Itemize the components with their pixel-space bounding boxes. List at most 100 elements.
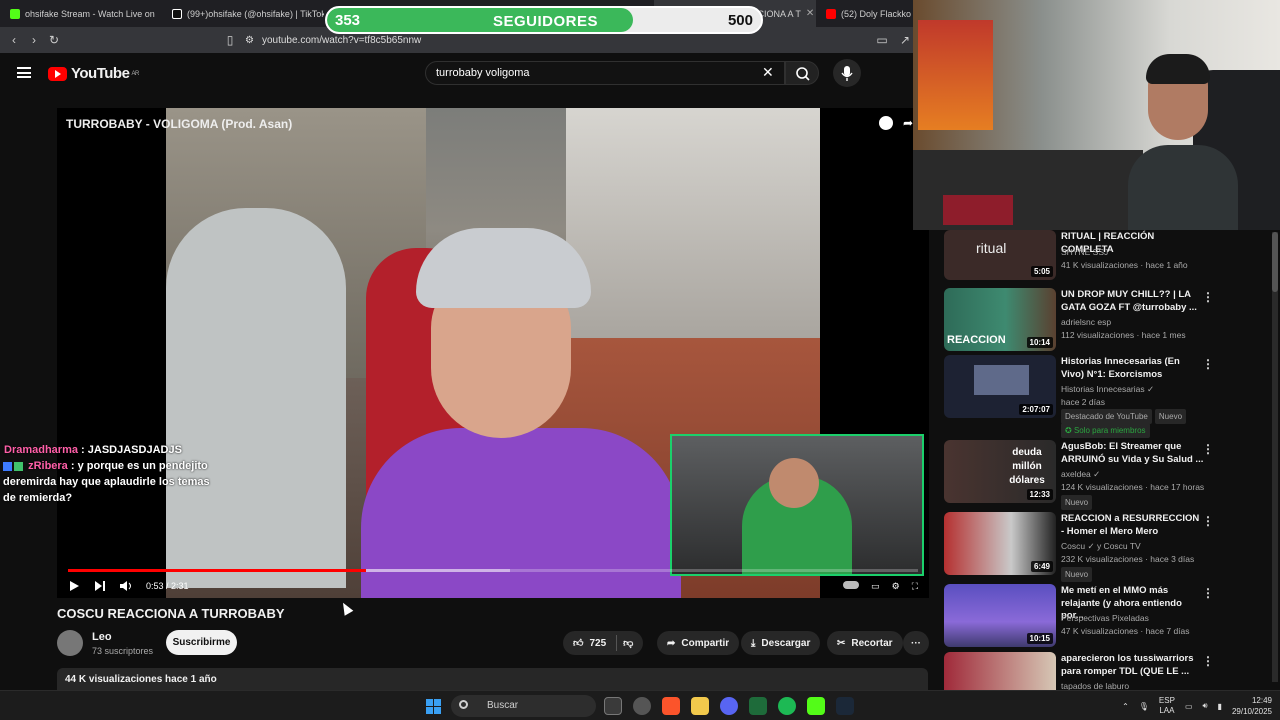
video-meta: 112 visualizaciones · hace 1 mes — [1061, 330, 1186, 340]
settings-icon[interactable]: ⚙ — [892, 581, 900, 592]
reload-icon[interactable]: ↻ — [44, 33, 64, 47]
video-title: UN DROP MUY CHILL?? | LA GATA GOZA FT @t… — [1061, 289, 1197, 313]
taskbar-search[interactable]: Buscar — [451, 695, 596, 717]
video-meta: hace 2 días — [1061, 397, 1105, 407]
steam-icon[interactable] — [836, 697, 854, 715]
followers-goal-bar: 353 SEGUIDORES 500 — [325, 6, 763, 34]
language-indicator[interactable]: ESP LAA — [1159, 696, 1175, 716]
task-view-icon[interactable] — [604, 697, 622, 715]
wall-poster — [918, 20, 993, 130]
close-icon[interactable]: ✕ — [806, 8, 814, 19]
video-thumbnail[interactable]: 10:15 — [944, 584, 1056, 647]
logo-text: YouTube — [71, 65, 130, 82]
chevron-up-icon[interactable]: ⌃ — [1122, 702, 1129, 711]
channel-name[interactable]: Leo — [92, 631, 112, 643]
video-thumbnail[interactable]: 2:07:07 — [944, 355, 1056, 418]
channel-name: SHYNE SSJ — [1061, 247, 1109, 257]
lang-top: ESP — [1158, 696, 1175, 705]
avatar[interactable] — [57, 630, 83, 656]
fullscreen-icon[interactable]: ⛶ — [912, 581, 918, 592]
browser-tab[interactable]: (99+)ohsifake (@ohsifake) | TikTok — [162, 0, 324, 27]
windows-taskbar: Buscar ⌃ 🎙︎ ESP LAA ▭ 🔊︎ ▮ 12:49 29/10/2… — [0, 690, 1280, 720]
tab-label: ohsifake Stream - Watch Live on — [25, 8, 155, 19]
followers-label: SEGUIDORES — [493, 13, 599, 30]
subtitles-icon[interactable]: ▭ — [871, 581, 880, 592]
forward-icon[interactable]: › — [24, 33, 44, 47]
sidebar-scrollbar[interactable] — [1272, 232, 1278, 682]
search-input[interactable]: turrobaby voligoma — [425, 61, 785, 85]
youtube-logo[interactable]: YouTube AR — [48, 65, 139, 82]
back-icon[interactable]: ‹ — [4, 33, 24, 47]
badges: Nuevo — [1061, 495, 1211, 510]
autoplay-toggle[interactable] — [843, 580, 860, 589]
app-icon[interactable] — [749, 697, 767, 715]
volume-icon[interactable] — [120, 581, 132, 591]
volume-icon[interactable]: 🔊︎ — [1203, 701, 1208, 711]
clock-time: 12:49 — [1251, 696, 1272, 705]
thumbnail-screen — [974, 365, 1029, 395]
play-icon[interactable] — [68, 581, 80, 591]
file-explorer-icon[interactable] — [691, 697, 709, 715]
kick-icon[interactable] — [807, 697, 825, 715]
spotify-icon[interactable] — [778, 697, 796, 715]
watch-later-icon[interactable] — [879, 116, 893, 130]
video-meta: 232 K visualizaciones · hace 3 días — [1061, 554, 1195, 564]
voice-search-button[interactable] — [833, 59, 861, 87]
share-icon[interactable]: ➦ — [903, 116, 913, 130]
duration-badge: 6:49 — [1030, 561, 1053, 572]
browser-tab[interactable]: ohsifake Stream - Watch Live on — [0, 0, 162, 27]
video-thumbnail[interactable]: REACCION 10:14 — [944, 288, 1056, 351]
menu-icon[interactable] — [17, 67, 31, 78]
duration-badge: 2:07:07 — [1019, 404, 1053, 415]
search-label: Buscar — [487, 700, 519, 711]
subscriber-count: 73 suscriptores — [92, 646, 154, 656]
bookmark-icon[interactable]: ▯ — [220, 33, 240, 47]
site-info-icon[interactable]: ⚙ — [245, 35, 254, 46]
windows-start-icon[interactable] — [426, 699, 441, 714]
search-icon — [796, 67, 810, 81]
video-player[interactable]: TURROBABY - VOLIGOMA (Prod. Asan) ➦ 0:53… — [57, 108, 929, 598]
clip-button[interactable]: ✂ Recortar — [827, 631, 903, 655]
video-thumbnail[interactable] — [944, 652, 1056, 690]
more-options-icon[interactable]: ⋮ — [1202, 290, 1214, 304]
video-thumbnail[interactable]: 6:49 — [944, 512, 1056, 575]
discord-icon[interactable] — [720, 697, 738, 715]
youtube-header: YouTube AR turrobaby voligoma ✕ — [0, 53, 915, 93]
chat-username: zRibera — [28, 460, 68, 472]
microphone-icon — [841, 66, 853, 81]
download-button[interactable]: ⤓ Descargar — [741, 631, 821, 655]
brave-icon[interactable] — [662, 697, 680, 715]
clock[interactable]: 12:49 29/10/2025 — [1232, 695, 1272, 717]
clear-icon[interactable]: ✕ — [762, 64, 774, 81]
microphone-icon[interactable]: 🎙︎ — [1139, 702, 1149, 711]
tiktok-icon — [172, 8, 182, 19]
progress-bar[interactable] — [68, 569, 918, 572]
scroll-thumb[interactable] — [1272, 232, 1278, 292]
duration-badge: 12:33 — [1026, 489, 1053, 500]
cast-icon[interactable]: ▭ — [872, 33, 892, 47]
share-page-icon[interactable]: ↗ — [895, 33, 915, 47]
battery-icon[interactable]: ▮ — [1218, 702, 1222, 711]
subscribe-button[interactable]: Suscribirme — [166, 630, 237, 655]
badge-icon — [14, 461, 23, 471]
video-thumbnail[interactable]: deuda millón dólares 12:33 — [944, 440, 1056, 503]
more-options-icon[interactable]: ⋮ — [1202, 654, 1214, 668]
network-icon[interactable]: ▭ — [1185, 702, 1193, 711]
like-count: 725 — [589, 637, 607, 649]
description-box[interactable]: 44 K visualizaciones hace 1 año — [57, 668, 928, 690]
like-button[interactable]: 👍︎ 725 👎︎ — [563, 631, 644, 655]
more-actions-button[interactable]: ··· — [903, 631, 929, 655]
share-button[interactable]: ➦ Compartir — [657, 631, 740, 655]
video-title: AgusBob: El Streamer que ARRUINÓ su Vida… — [1061, 441, 1204, 465]
obs-icon[interactable] — [633, 697, 651, 715]
video-thumbnail[interactable]: ritual 5:05 — [944, 230, 1056, 280]
player-controls-right: ▭ ⚙ ⛶ — [843, 580, 918, 592]
more-options-icon[interactable]: ⋮ — [1202, 586, 1214, 600]
duration-badge: 10:15 — [1026, 633, 1053, 644]
more-options-icon[interactable]: ⋮ — [1202, 514, 1214, 528]
more-options-icon[interactable]: ⋮ — [1202, 357, 1214, 371]
next-icon[interactable] — [94, 581, 106, 591]
more-options-icon[interactable]: ⋮ — [1202, 442, 1214, 456]
search-button[interactable] — [785, 61, 819, 85]
thumbs-down-icon[interactable]: 👎︎ — [623, 637, 633, 649]
